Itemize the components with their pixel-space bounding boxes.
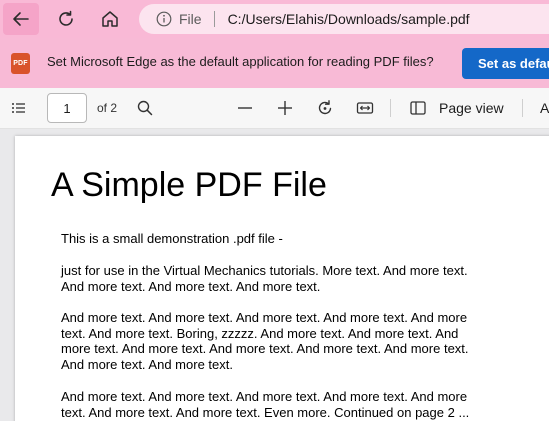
back-button[interactable] — [3, 3, 39, 35]
default-app-infobar: PDF Set Microsoft Edge as the default ap… — [0, 38, 549, 88]
infobar-message: Set Microsoft Edge as the default applic… — [47, 54, 434, 69]
page-view-icon[interactable] — [407, 97, 429, 119]
pdf-page: A Simple PDF File This is a small demons… — [15, 136, 549, 421]
fit-to-width-icon[interactable] — [354, 97, 376, 119]
address-url[interactable]: C:/Users/Elahis/Downloads/sample.pdf — [228, 11, 470, 27]
info-icon[interactable] — [156, 11, 172, 27]
zoom-out-icon[interactable] — [234, 97, 256, 119]
contents-list-icon[interactable] — [8, 97, 30, 119]
toolbar-divider — [522, 99, 523, 117]
paragraph: And more text. And more text. And more t… — [61, 310, 469, 372]
pdf-file-icon: PDF — [11, 53, 30, 74]
address-divider — [213, 11, 215, 27]
page-view-button[interactable]: Page view — [439, 100, 504, 116]
refresh-button[interactable] — [48, 3, 84, 35]
paragraph: just for use in the Virtual Mechanics tu… — [61, 263, 468, 294]
document-title: A Simple PDF File — [51, 166, 327, 204]
paragraph: This is a small demonstration .pdf file … — [61, 231, 283, 246]
address-scheme: File — [179, 11, 202, 27]
page-number-input[interactable] — [47, 93, 87, 123]
toolbar-divider — [390, 99, 391, 117]
browser-window: File C:/Users/Elahis/Downloads/sample.pd… — [0, 0, 549, 421]
search-icon[interactable] — [134, 97, 156, 119]
document-viewport[interactable]: A Simple PDF File This is a small demons… — [0, 129, 549, 421]
address-bar[interactable]: File C:/Users/Elahis/Downloads/sample.pd… — [139, 4, 549, 34]
arrow-left-icon — [13, 12, 29, 26]
read-aloud-button[interactable]: A — [540, 100, 549, 116]
rotate-icon[interactable] — [314, 97, 336, 119]
set-as-default-button[interactable]: Set as default — [462, 48, 549, 79]
zoom-in-icon[interactable] — [274, 97, 296, 119]
refresh-icon — [59, 10, 73, 26]
paragraph: And more text. And more text. And more t… — [61, 389, 470, 420]
page-count: of 2 — [97, 101, 118, 115]
home-button[interactable] — [92, 3, 128, 35]
navigation-bar: File C:/Users/Elahis/Downloads/sample.pd… — [0, 0, 549, 38]
home-icon — [102, 11, 118, 27]
pdf-toolbar: of 2 — [0, 88, 549, 129]
